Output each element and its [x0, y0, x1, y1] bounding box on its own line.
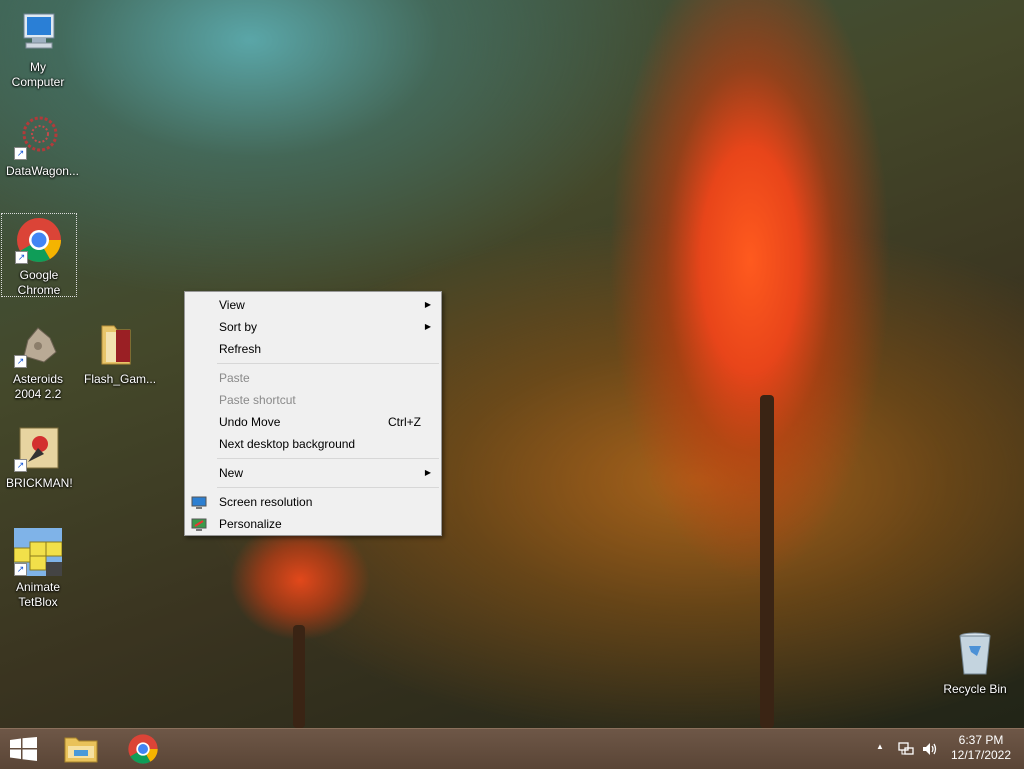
menu-item-label: View — [219, 298, 245, 312]
volume-icon[interactable] — [921, 741, 939, 760]
menu-item-undo-move[interactable]: Undo Move Ctrl+Z — [185, 411, 441, 433]
network-icon[interactable] — [898, 741, 914, 760]
asteroid-icon: ↗ — [14, 320, 62, 368]
desktop-context-menu: View ▶ Sort by ▶ Refresh Paste Paste sho… — [184, 291, 442, 536]
desktop-icon-label: BRICKMAN! — [6, 476, 73, 490]
desktop-icon-label: Asteroids 2004 2.2 — [12, 372, 64, 401]
desktop-icon-datawagon[interactable]: ↗ DataWagon... — [6, 112, 79, 179]
menu-item-sort-by[interactable]: Sort by ▶ — [185, 316, 441, 338]
menu-item-new[interactable]: New ▶ — [185, 462, 441, 484]
taskbar: ▲ 6:37 PM 12/17/2022 — [0, 728, 1024, 769]
menu-item-label: Personalize — [219, 517, 282, 531]
chrome-icon — [128, 734, 158, 764]
taskbar-file-explorer-button[interactable] — [54, 729, 110, 769]
menu-item-refresh[interactable]: Refresh — [185, 338, 441, 360]
menu-item-label: Refresh — [219, 342, 262, 356]
desktop-icon-asteroids[interactable]: ↗ Asteroids 2004 2.2 — [6, 320, 70, 402]
start-button[interactable] — [0, 729, 56, 769]
menu-item-next-desktop-background[interactable]: Next desktop background — [185, 433, 441, 455]
shortcut-arrow-icon: ↗ — [14, 147, 27, 160]
desktop-icon-label: DataWagon... — [6, 164, 79, 178]
menu-item-paste-shortcut[interactable]: Paste shortcut — [185, 389, 441, 411]
desktop-icon-recycle-bin[interactable]: Recycle Bin — [940, 630, 1010, 697]
shortcut-arrow-icon: ↗ — [15, 251, 28, 264]
computer-icon — [14, 8, 62, 56]
clock-time: 6:37 PM — [958, 733, 1004, 747]
desktop-icon-label: My Computer — [11, 60, 65, 89]
keyboard-shortcut: Ctrl+Z — [388, 415, 421, 429]
brickman-icon: ↗ — [14, 424, 62, 472]
wallpaper-small-tulip-stem — [293, 625, 305, 728]
folder-icon — [94, 320, 142, 368]
screen-resolution-icon — [191, 495, 207, 509]
menu-item-label: Paste shortcut — [219, 393, 296, 407]
menu-separator — [217, 458, 439, 459]
desktop-icon-label: Google Chrome — [17, 268, 61, 297]
wallpaper-tulip-stem — [760, 395, 774, 728]
submenu-arrow-icon: ▶ — [424, 322, 431, 331]
menu-separator — [217, 363, 439, 364]
menu-item-label: New — [219, 466, 244, 480]
clock[interactable]: 6:37 PM 12/17/2022 — [946, 733, 1016, 762]
file-explorer-icon — [64, 737, 98, 763]
menu-item-view[interactable]: View ▶ — [185, 294, 441, 316]
menu-item-paste[interactable]: Paste — [185, 367, 441, 389]
desktop-icon-flash-games-folder[interactable]: Flash_Gam... — [84, 320, 157, 387]
taskbar-chrome-button[interactable] — [116, 729, 172, 769]
shortcut-arrow-icon: ↗ — [14, 355, 27, 368]
tetblox-icon: ↗ — [13, 528, 63, 576]
menu-item-label: Next desktop background — [219, 437, 356, 451]
menu-item-screen-resolution[interactable]: Screen resolution — [185, 491, 441, 513]
desktop-icon-label: Recycle Bin — [943, 682, 1007, 696]
datawagon-icon: ↗ — [14, 112, 62, 160]
clock-date: 12/17/2022 — [950, 748, 1012, 762]
desktop-icon-label: Flash_Gam... — [84, 372, 157, 386]
submenu-arrow-icon: ▶ — [424, 300, 431, 309]
show-hidden-icons-button[interactable]: ▲ — [872, 742, 888, 751]
recycle-bin-icon — [951, 630, 999, 678]
menu-item-label: Paste — [219, 371, 250, 385]
desktop-icon-brickman[interactable]: ↗ BRICKMAN! — [6, 424, 73, 491]
windows-logo-icon — [10, 737, 37, 761]
desktop-icon-animate-tetblox[interactable]: ↗ Animate TetBlox — [6, 528, 70, 610]
chrome-icon: ↗ — [15, 216, 63, 264]
menu-separator — [217, 487, 439, 488]
menu-item-label: Screen resolution — [219, 495, 313, 509]
menu-item-label: Sort by — [219, 320, 258, 334]
desktop-icon-my-computer[interactable]: My Computer — [6, 8, 70, 90]
shortcut-arrow-icon: ↗ — [14, 459, 27, 472]
personalize-icon — [191, 517, 207, 531]
menu-item-label: Undo Move — [219, 415, 281, 429]
shortcut-arrow-icon: ↗ — [14, 563, 27, 576]
desktop-icon-google-chrome[interactable]: ↗ Google Chrome — [1, 213, 77, 297]
desktop-icon-label: Animate TetBlox — [15, 580, 61, 609]
submenu-arrow-icon: ▶ — [424, 468, 431, 477]
menu-item-personalize[interactable]: Personalize — [185, 513, 441, 535]
